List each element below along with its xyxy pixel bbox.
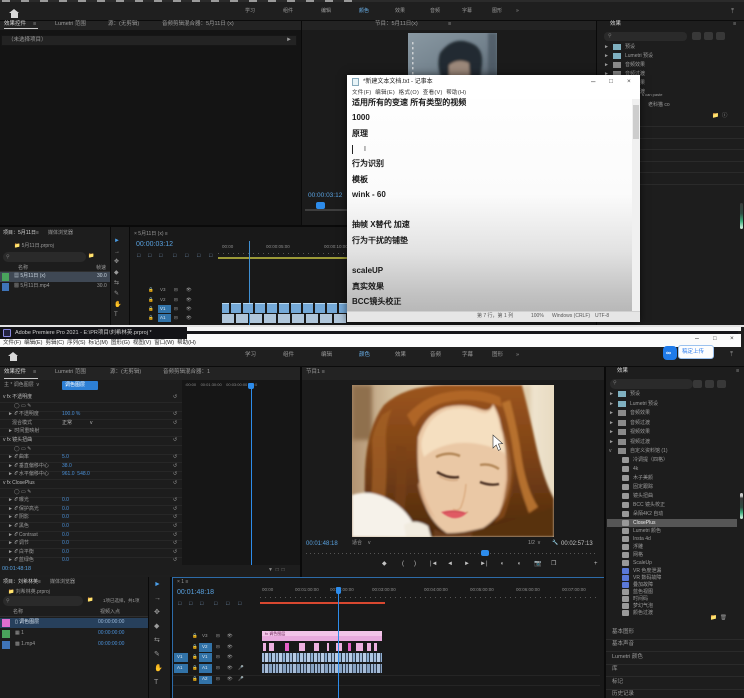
svg-text:▮: ▮	[412, 46, 414, 50]
svg-text:▮: ▮	[412, 66, 414, 70]
svg-text:▮: ▮	[412, 51, 414, 55]
svg-text:▮: ▮	[412, 56, 414, 60]
svg-text:▮: ▮	[412, 41, 414, 45]
svg-text:▮: ▮	[412, 61, 414, 65]
